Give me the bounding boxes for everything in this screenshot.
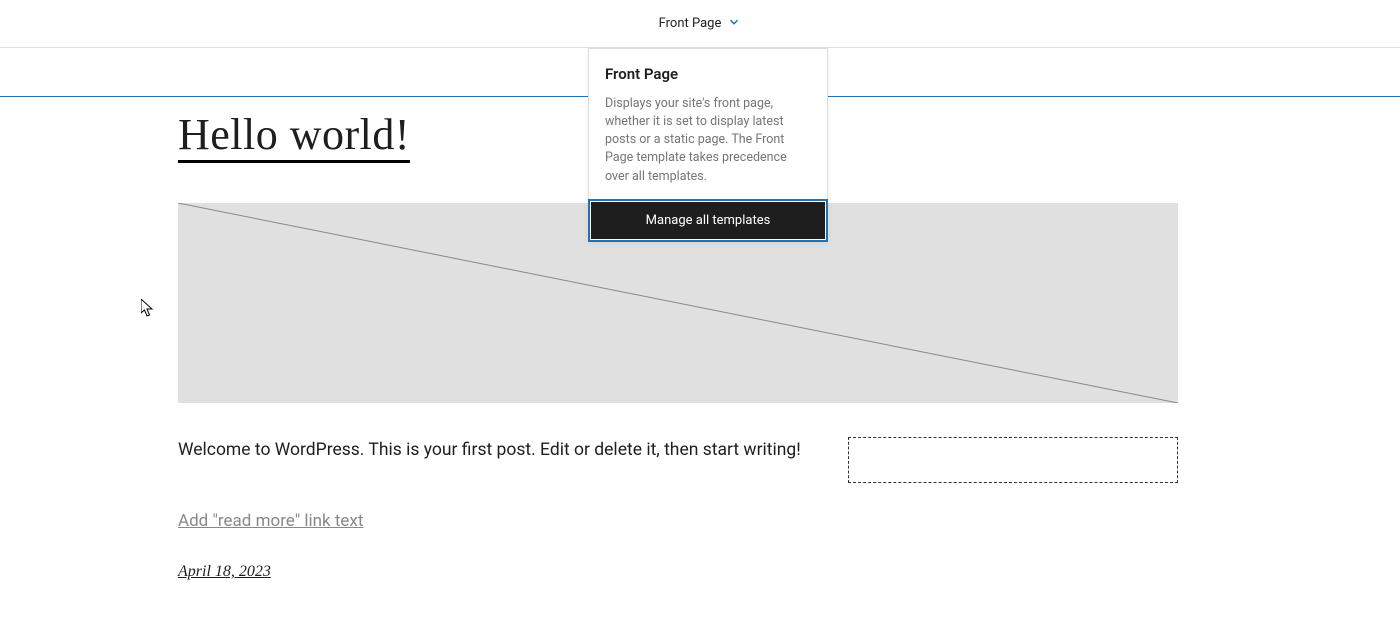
post-title[interactable]: Hello world!	[178, 109, 410, 163]
read-more-input[interactable]: Add "read more" link text	[178, 511, 363, 531]
editor-top-bar: Front Page	[0, 0, 1400, 48]
dropdown-description: Displays your site's front page, whether…	[605, 95, 811, 186]
template-dropdown-trigger[interactable]: Front Page	[659, 15, 742, 33]
template-name-label: Front Page	[659, 16, 722, 31]
empty-block-placeholder[interactable]	[848, 437, 1178, 483]
post-date[interactable]: April 18, 2023	[178, 563, 271, 580]
template-dropdown-panel: Front Page Displays your site's front pa…	[588, 48, 828, 242]
chevron-down-icon	[727, 15, 741, 33]
cursor-icon	[141, 299, 157, 319]
dropdown-title: Front Page	[605, 65, 811, 83]
manage-all-templates-button[interactable]: Manage all templates	[591, 202, 825, 239]
dropdown-body: Front Page Displays your site's front pa…	[589, 49, 827, 202]
content-row: Welcome to WordPress. This is your first…	[178, 437, 1178, 483]
post-excerpt[interactable]: Welcome to WordPress. This is your first…	[178, 437, 808, 463]
